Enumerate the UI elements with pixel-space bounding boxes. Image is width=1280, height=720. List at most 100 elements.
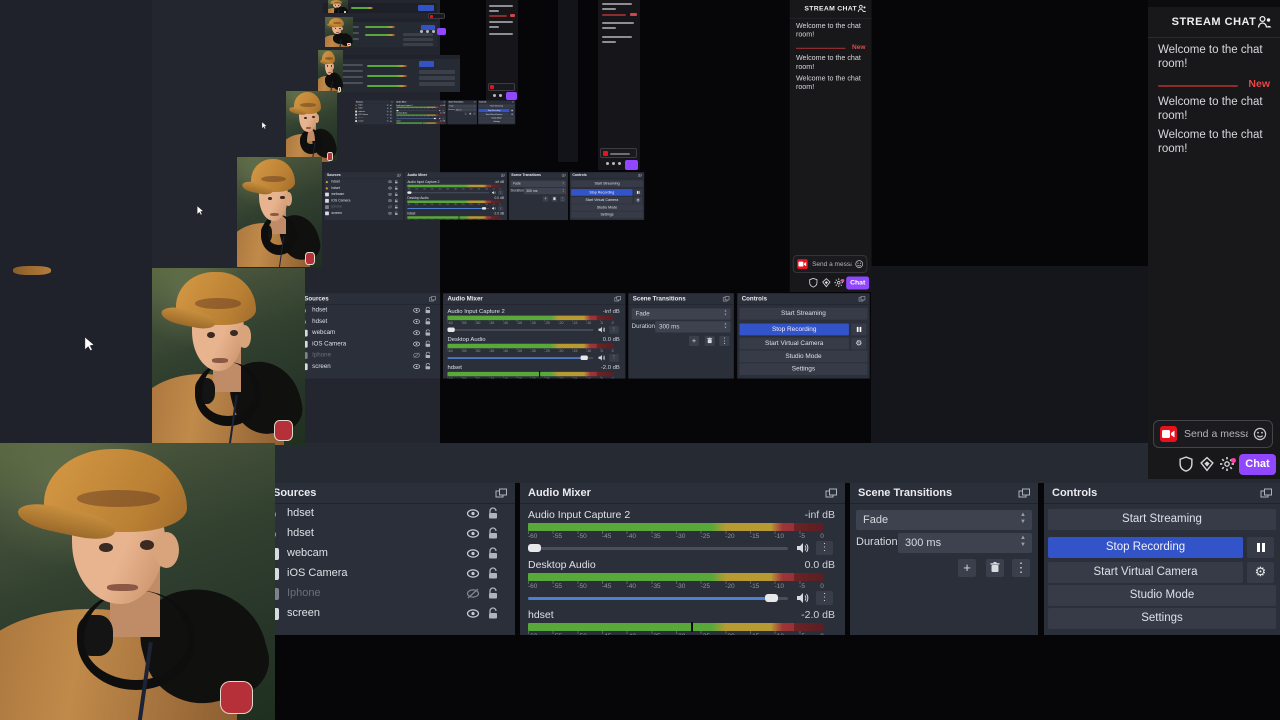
lock-icon[interactable]: [487, 567, 499, 580]
lock-icon[interactable]: [487, 587, 499, 600]
chat-settings-gear-icon[interactable]: [1219, 457, 1236, 476]
lock-icon[interactable]: [487, 507, 499, 520]
smiley-icon[interactable]: [1253, 427, 1267, 441]
chat-send-button[interactable]: Chat: [1239, 454, 1276, 475]
source-row[interactable]: hdset: [265, 524, 515, 544]
source-name: screen: [358, 119, 364, 122]
chat-input-box[interactable]: [1153, 420, 1273, 448]
recursive-webcam-fragment: [13, 266, 51, 275]
start-virtual-camera-button[interactable]: Start Virtual Camera: [1048, 562, 1243, 583]
jacket-patch: [338, 86, 341, 93]
sources-title: Sources: [356, 100, 363, 103]
audio-mixer-panel: Audio Mixer Audio Input Capture 2 -inf d…: [520, 483, 845, 635]
duration-spinner[interactable]: 300 ms ▲ ▼: [898, 533, 1032, 553]
preview-background-left: [0, 0, 152, 447]
jacket-patch: [347, 42, 351, 47]
eye-icon[interactable]: [466, 607, 480, 620]
eye-icon: [413, 364, 421, 369]
source-row[interactable]: screen: [265, 604, 515, 624]
audio-mixer-header: Audio Mixer: [442, 293, 626, 305]
audio-mixer-title: Audio Mixer: [407, 173, 428, 178]
source-row[interactable]: hdset: [265, 504, 515, 524]
lock-icon: [395, 179, 398, 184]
chat-message-input: [810, 258, 853, 270]
eye-icon[interactable]: [466, 567, 480, 580]
popout-icon[interactable]: [1260, 488, 1273, 499]
source-name: webcam: [358, 110, 365, 113]
trash-icon: [553, 197, 556, 201]
slider-handle[interactable]: [765, 594, 778, 602]
controls-panel: Controls Start Streaming Stop Recording …: [1044, 483, 1280, 635]
volume-slider: ⋮: [407, 190, 504, 195]
lock-icon[interactable]: [487, 527, 499, 540]
slider-handle[interactable]: [528, 544, 541, 552]
eye-icon: [388, 199, 392, 202]
duration-label: Duration: [856, 536, 898, 548]
speaker-icon[interactable]: [796, 542, 810, 554]
remove-transition-button[interactable]: [986, 559, 1004, 577]
camera-icon[interactable]: [1160, 426, 1177, 442]
volume-slider: ⋮: [396, 109, 445, 112]
channel-name: hdset: [528, 609, 554, 621]
popout-icon[interactable]: [1018, 488, 1031, 499]
jacket-patch: [274, 420, 293, 442]
popout-icon[interactable]: [495, 488, 508, 499]
transition-properties-button: ⋮: [472, 112, 476, 116]
lock-icon[interactable]: [487, 607, 499, 620]
recursive-send-fragment: [428, 13, 445, 19]
add-transition-button[interactable]: +: [958, 559, 976, 577]
source-name: hdset: [312, 306, 328, 314]
speaker-icon[interactable]: [796, 592, 810, 604]
audio-mixer-title: Audio Mixer: [528, 487, 591, 499]
transition-properties-button[interactable]: ⋮: [1012, 559, 1030, 577]
chat-message-input[interactable]: [1182, 425, 1250, 443]
divider-line: [1158, 85, 1238, 87]
audio-mixer-title: Audio Mixer: [396, 100, 407, 103]
source-name: screen: [287, 607, 321, 619]
source-name: webcam: [331, 192, 345, 197]
pause-recording-button[interactable]: [1247, 537, 1274, 558]
source-type-icon: [355, 107, 357, 110]
kebab-menu-icon[interactable]: ⋮: [816, 541, 833, 555]
source-row-hidden[interactable]: Iphone: [265, 584, 515, 604]
source-row[interactable]: iOS Camera: [265, 564, 515, 584]
speaker-icon: [598, 326, 605, 333]
pause-recording-button: [851, 323, 867, 336]
start-streaming-button[interactable]: Start Streaming: [1048, 509, 1276, 530]
controls-panel: Controls Start Streaming Stop Recording …: [569, 172, 645, 221]
eye-icon[interactable]: [466, 527, 480, 540]
kebab-menu-icon[interactable]: ⋮: [816, 591, 833, 605]
pause-icon: [1256, 543, 1260, 552]
bits-icon[interactable]: [1199, 456, 1215, 472]
eye-icon[interactable]: [466, 547, 480, 560]
audio-mixer-title: Audio Mixer: [447, 295, 483, 303]
transition-select[interactable]: Fade ▲ ▼: [856, 510, 1032, 530]
volume-slider[interactable]: ⋮: [528, 541, 837, 555]
popout-icon[interactable]: [825, 488, 838, 499]
virtual-camera-settings-button[interactable]: ⚙: [1247, 562, 1274, 583]
eye-icon[interactable]: [466, 507, 480, 520]
channel-level: -inf dB: [602, 307, 620, 315]
scene-transitions-header: Scene Transitions: [850, 483, 1038, 504]
lock-icon[interactable]: [487, 547, 499, 560]
source-row[interactable]: webcam: [265, 544, 515, 564]
duration-spinner: 300 ms ▲ ▼: [454, 108, 477, 112]
duration-label: Duration: [510, 188, 524, 193]
recursive-mouse-cursor: [261, 116, 267, 134]
stop-recording-button[interactable]: Stop Recording: [1048, 537, 1243, 558]
settings-button[interactable]: Settings: [1048, 608, 1276, 629]
lock-icon: [395, 205, 398, 209]
obs-dock-strip: Sources hdset hdset webcam iOS Camera Ip…: [354, 100, 516, 125]
pause-recording-button: [633, 189, 643, 196]
settings-button: Settings: [739, 363, 868, 376]
person-mouth: [270, 213, 280, 216]
people-icon[interactable]: [1257, 15, 1272, 29]
mixer-channel: Desktop Audio 0.0 dB -60 -55 -50 -45 -40 -35-…: [396, 112, 445, 120]
slider-track[interactable]: [528, 547, 788, 550]
studio-mode-button[interactable]: Studio Mode: [1048, 585, 1276, 606]
volume-slider[interactable]: ⋮: [528, 591, 837, 605]
shield-icon[interactable]: [1178, 456, 1194, 472]
channel-name: Audio Input Capture 2: [447, 307, 505, 315]
eye-slash-icon[interactable]: [466, 587, 480, 600]
chevron-updown-icon: ▲ ▼: [474, 104, 476, 107]
